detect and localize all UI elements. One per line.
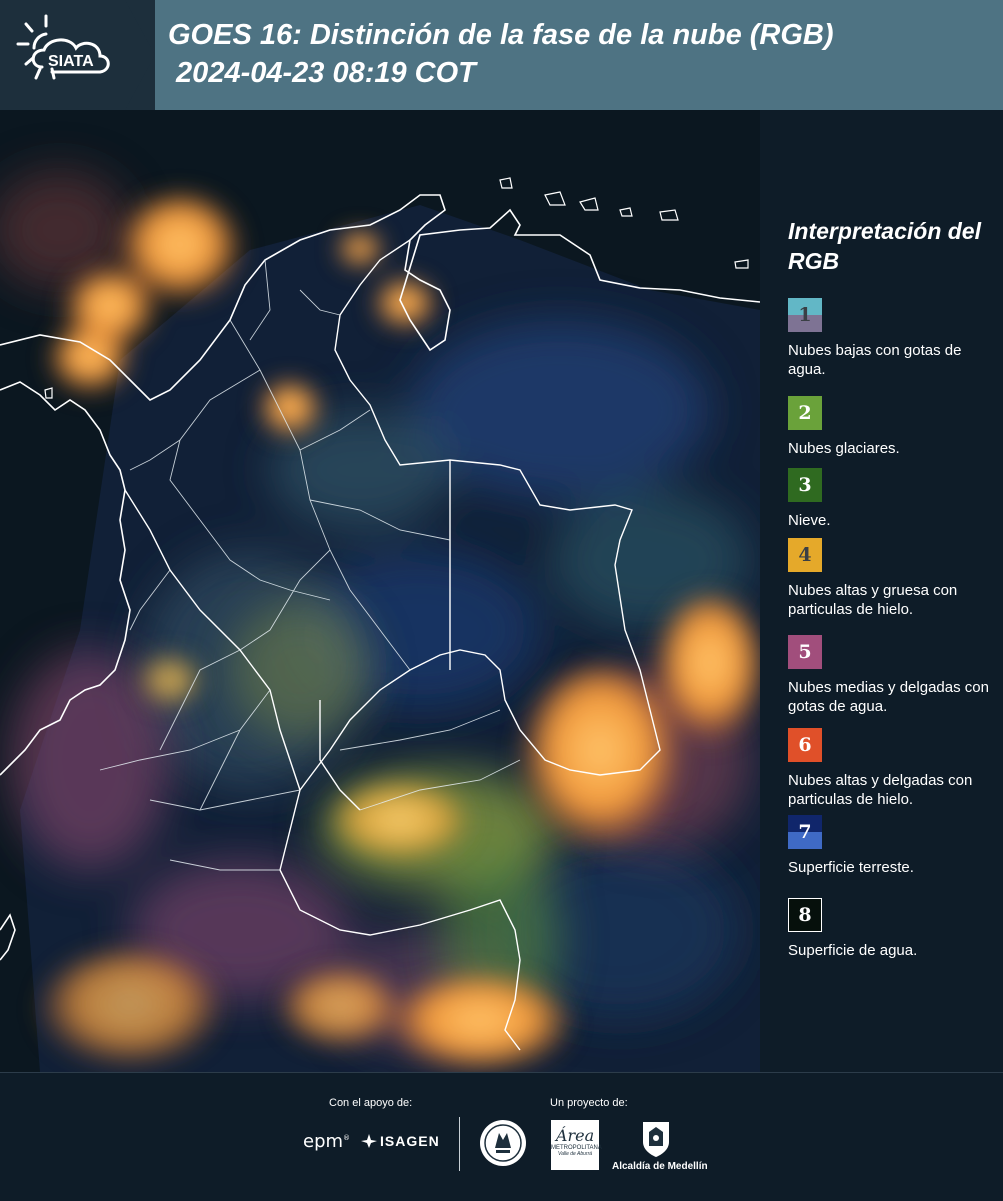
legend-number: 7	[798, 821, 812, 843]
legend-number: 3	[798, 474, 812, 496]
legend-number: 8	[798, 904, 812, 926]
legend-swatch: 6	[788, 728, 822, 762]
footer-divider	[459, 1117, 460, 1171]
logo-text: SIATA	[48, 53, 94, 70]
medellin-shield-icon	[643, 1122, 669, 1157]
area-logo-sub2: Valle de Aburrá	[557, 1151, 593, 1157]
legend-swatch: 4	[788, 538, 822, 572]
legend-title: Interpretación del RGB	[788, 218, 981, 274]
legend-item: 5 Nubes medias y delgadas con gotas de ag…	[788, 635, 998, 716]
legend-label: Nubes glaciares.	[788, 440, 900, 457]
satellite-map	[0, 110, 760, 1072]
seal-icon	[480, 1120, 526, 1166]
legend-swatch: 8	[788, 898, 822, 932]
footer: Con el apoyo de: Un proyecto de: epm® IS…	[0, 1072, 1003, 1201]
header: SIATA GOES 16: Distinción de la fase de …	[0, 0, 1003, 110]
logo-arrow	[125, 0, 155, 110]
legend-label: Nubes altas y gruesa con particulas de h…	[788, 582, 958, 618]
legend-number: 1	[798, 304, 812, 326]
legend-swatch: 3	[788, 468, 822, 502]
siata-logo: SIATA	[16, 14, 110, 80]
legend-swatch: 1	[788, 298, 822, 332]
title-line-2: 2024-04-23 08:19 COT	[168, 57, 476, 89]
area-metropolitana-logo: Área METROPOLITANA Valle de Aburrá	[551, 1120, 602, 1170]
isagen-logo: ISAGEN	[360, 1133, 440, 1149]
legend-item: 8 Superficie de agua.	[788, 898, 998, 960]
legend-number: 4	[798, 544, 812, 566]
legend-item: 3 Nieve.	[788, 468, 998, 530]
page-title: GOES 16: Distinción de la fase de la nub…	[168, 16, 834, 92]
legend-swatch: 5	[788, 635, 822, 669]
legend-number: 6	[798, 734, 812, 756]
legend-swatch: 2	[788, 396, 822, 430]
epm-logo-text: epm	[303, 1131, 344, 1152]
legend-label: Nubes bajas con gotas de agua.	[788, 342, 962, 378]
legend-label: Superficie de agua.	[788, 942, 918, 959]
legend-number: 2	[798, 402, 812, 424]
isagen-logo-text: ISAGEN	[380, 1133, 440, 1149]
legend-item: 6 Nubes altas y delgadas con particulas d…	[788, 728, 998, 809]
alcaldia-text: Alcaldía de Medellín	[612, 1161, 708, 1172]
legend-panel: Interpretación del RGB 1 Nubes bajas con …	[760, 110, 1003, 1072]
legend-swatch: 7	[788, 815, 822, 849]
support-label: Con el apoyo de:	[329, 1097, 413, 1109]
isagen-star-icon	[361, 1134, 377, 1148]
epm-logo: epm®	[303, 1131, 351, 1152]
area-logo-text: Área	[555, 1126, 595, 1145]
legend-label: Nieve.	[788, 512, 831, 529]
legend-item: 7 Superficie terreste.	[788, 815, 998, 877]
legend-number: 5	[798, 641, 812, 663]
legend-item: 4 Nubes altas y gruesa con particulas de …	[788, 538, 998, 619]
project-label: Un proyecto de:	[550, 1097, 628, 1109]
legend-label: Nubes medias y delgadas con gotas de agu…	[788, 679, 989, 715]
legend-label: Nubes altas y delgadas con particulas de…	[788, 772, 973, 808]
legend-item: 2 Nubes glaciares.	[788, 396, 998, 458]
legend-label: Superficie terreste.	[788, 859, 914, 876]
legend-item: 1 Nubes bajas con gotas de agua.	[788, 298, 998, 379]
title-line-1: GOES 16: Distinción de la fase de la nub…	[168, 19, 834, 51]
